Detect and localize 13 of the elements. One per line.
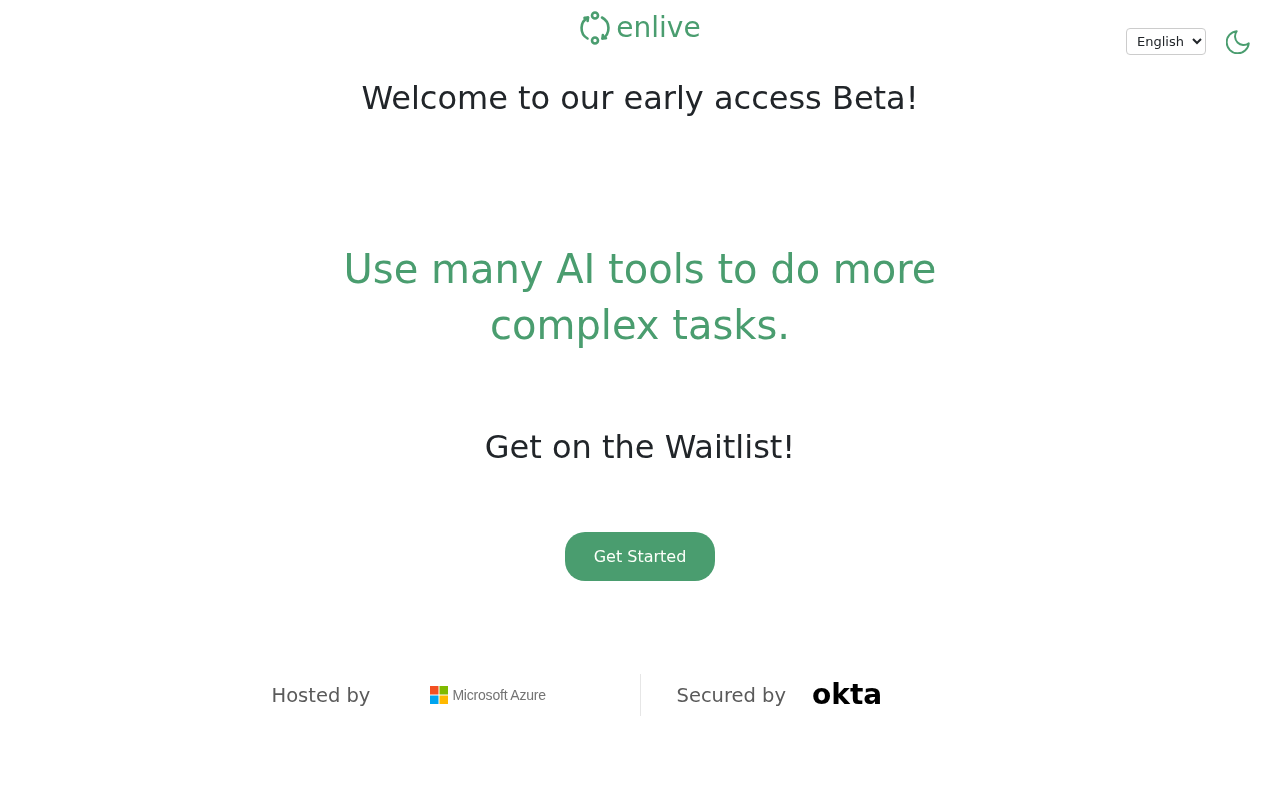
footer-label: Secured by: [676, 683, 787, 707]
brand-name: okta: [812, 678, 883, 712]
waitlist-heading: Get on the Waitlist!: [484, 428, 796, 466]
welcome-heading: Welcome to our early access Beta!: [361, 79, 919, 117]
brand-name: Microsoft Azure: [452, 687, 546, 703]
logo-icon: [579, 11, 612, 45]
footer-label: Hosted by: [271, 683, 371, 707]
language-select[interactable]: English: [1126, 28, 1206, 55]
moon-icon: [1226, 29, 1250, 54]
tagline: Use many AI tools to do more complex tasks.: [342, 245, 938, 350]
logo-text: enlive: [616, 11, 701, 45]
four-squares-icon: [430, 686, 449, 704]
theme-toggle-button[interactable]: [1226, 29, 1250, 54]
